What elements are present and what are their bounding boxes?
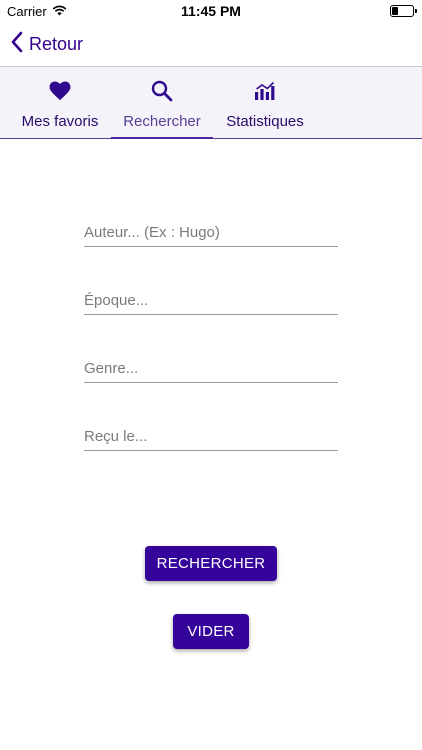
tab-favorites[interactable]: Mes favoris <box>8 67 112 138</box>
battery-icon <box>390 5 417 17</box>
stats-chart-icon <box>254 79 276 103</box>
chevron-left-icon <box>10 31 23 58</box>
search-button[interactable]: RECHERCHER <box>145 546 277 581</box>
tab-search-label: Rechercher <box>123 113 201 130</box>
back-label: Retour <box>29 33 84 54</box>
epoch-input[interactable] <box>84 286 338 315</box>
tab-favorites-label: Mes favoris <box>21 113 99 130</box>
received-date-input[interactable] <box>84 422 338 451</box>
tab-bar: Mes favoris Rechercher Statistiques <box>0 67 422 139</box>
clear-button[interactable]: VIDER <box>173 614 249 649</box>
search-icon <box>151 79 173 103</box>
author-input[interactable] <box>84 218 338 247</box>
tab-statistics-label: Statistiques <box>226 113 304 130</box>
status-bar: Carrier 11:45 PM <box>0 0 422 22</box>
tab-statistics[interactable]: Statistiques <box>218 67 312 138</box>
heart-icon <box>49 79 71 103</box>
genre-input[interactable] <box>84 354 338 383</box>
tab-search[interactable]: Rechercher <box>111 67 213 139</box>
clock: 11:45 PM <box>181 3 241 19</box>
back-button[interactable]: Retour <box>10 30 83 58</box>
navigation-bar: Retour <box>0 22 422 67</box>
